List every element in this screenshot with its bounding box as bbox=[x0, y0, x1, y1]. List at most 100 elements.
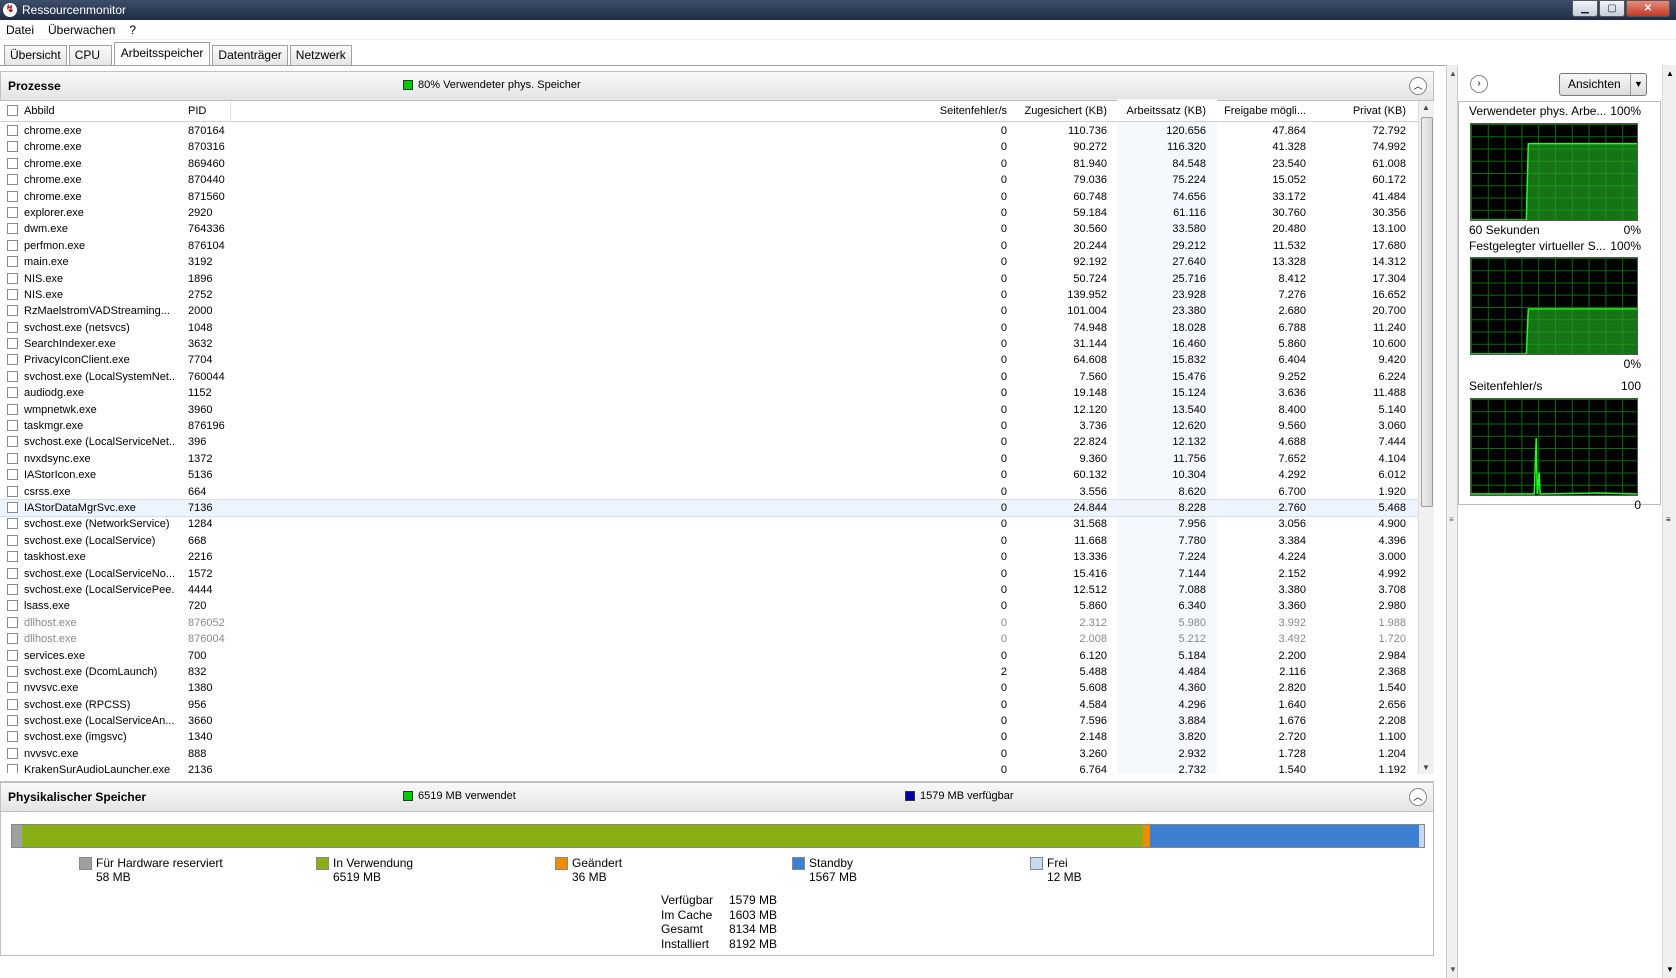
physical-memory-title: Physikalischer Speicher bbox=[8, 790, 147, 804]
select-all-checkbox[interactable] bbox=[7, 105, 18, 119]
cell-shareable: 3.492 bbox=[1278, 633, 1306, 646]
table-row[interactable]: nvvsvc.exe 1380 0 5.608 4.360 2.820 1.540 bbox=[0, 680, 1418, 696]
splitter-up-icon[interactable]: ▲ bbox=[1449, 69, 1457, 78]
table-row[interactable]: svchost.exe (LocalService) 668 0 11.668 7.78… bbox=[0, 533, 1418, 549]
splitter-down-icon[interactable]: ▼ bbox=[1449, 965, 1457, 974]
col-seitenfehler[interactable]: Seitenfehler/s bbox=[940, 105, 1007, 117]
col-zugesichert[interactable]: Zugesichert (KB) bbox=[1024, 105, 1107, 117]
scroll-down-icon[interactable]: ▼ bbox=[1666, 965, 1674, 974]
legend-value: 36 MB bbox=[572, 870, 607, 884]
table-row[interactable]: SearchIndexer.exe 3632 0 31.144 16.460 5.860 1… bbox=[0, 336, 1418, 352]
cell-workingset: 15.124 bbox=[1172, 387, 1206, 400]
table-row[interactable]: taskmgr.exe 876196 0 3.736 12.620 9.560 3.060 bbox=[0, 418, 1418, 434]
views-button[interactable]: Ansichten ▼ bbox=[1559, 73, 1647, 96]
table-row[interactable]: lsass.exe 720 0 5.860 6.340 3.360 2.980 bbox=[0, 598, 1418, 614]
menu-help[interactable]: ? bbox=[129, 23, 136, 37]
table-row[interactable]: taskhost.exe 2216 0 13.336 7.224 4.224 3.000 bbox=[0, 549, 1418, 565]
table-row[interactable]: NIS.exe 2752 0 139.952 23.928 7.276 16.652 bbox=[0, 287, 1418, 303]
legend-value: 12 MB bbox=[1047, 870, 1082, 884]
scroll-thumb[interactable] bbox=[1421, 117, 1433, 507]
table-row[interactable]: svchost.exe (netsvcs) 1048 0 74.948 18.028 6.… bbox=[0, 320, 1418, 336]
tab-datentraeger[interactable]: Datenträger bbox=[212, 45, 288, 65]
cell-pid: 3960 bbox=[188, 403, 213, 416]
table-row[interactable]: svchost.exe (LocalSystemNet... 760044 0 7.5… bbox=[0, 369, 1418, 385]
col-freigabe[interactable]: Freigabe mögli... bbox=[1224, 105, 1306, 117]
table-row[interactable]: chrome.exe 869460 0 81.940 84.548 23.540 61.00… bbox=[0, 156, 1418, 172]
table-row[interactable]: dwm.exe 764336 0 30.560 33.580 20.480 13.100 bbox=[0, 221, 1418, 237]
maximize-button[interactable]: ▢ bbox=[1599, 0, 1625, 17]
cell-pid: 1372 bbox=[188, 452, 213, 465]
minimize-button[interactable]: ▁ bbox=[1572, 0, 1598, 17]
scroll-up-icon[interactable]: ▲ bbox=[1422, 103, 1430, 112]
cell-pagefaults: 0 bbox=[1000, 583, 1007, 596]
physical-memory-header[interactable]: Physikalischer Speicher 6519 MB verwende… bbox=[0, 782, 1434, 812]
cell-pagefaults: 0 bbox=[1000, 616, 1007, 629]
table-row[interactable]: svchost.exe (LocalServicePee... 4444 0 12.5… bbox=[0, 582, 1418, 598]
table-row[interactable]: dllhost.exe 876004 0 2.008 5.212 3.492 1.720 bbox=[0, 631, 1418, 647]
table-row[interactable]: PrivacyIconClient.exe 7704 0 64.608 15.832 6.… bbox=[0, 352, 1418, 368]
processes-header[interactable]: Prozesse 80% Verwendeter phys. Speicher … bbox=[0, 71, 1434, 101]
table-row[interactable]: RzMaelstromVADStreaming... 2000 0 101.004 23… bbox=[0, 303, 1418, 319]
table-row[interactable]: svchost.exe (LocalServiceNo... 1572 0 15.41… bbox=[0, 566, 1418, 582]
expand-pane-icon[interactable]: › bbox=[1470, 75, 1488, 93]
process-table-scrollbar[interactable]: ▲ ▼ bbox=[1418, 101, 1434, 774]
table-row[interactable]: explorer.exe 2920 0 59.184 61.116 30.760 30.35… bbox=[0, 205, 1418, 221]
menu-ueberwachen[interactable]: Überwachen bbox=[48, 23, 115, 37]
cell-commit: 3.736 bbox=[1079, 420, 1107, 433]
table-row[interactable]: svchost.exe (DcomLaunch) 832 2 5.488 4.484 2.… bbox=[0, 664, 1418, 680]
tab-arbeitsspeicher[interactable]: Arbeitsspeicher bbox=[113, 42, 211, 65]
col-pid[interactable]: PID bbox=[188, 105, 206, 117]
table-row[interactable]: KrakenSurAudioLauncher.exe 2136 0 6.764 2.73… bbox=[0, 762, 1418, 773]
col-privat[interactable]: Privat (KB) bbox=[1353, 105, 1406, 117]
tab-uebersicht[interactable]: Übersicht bbox=[4, 45, 67, 65]
table-row[interactable]: svchost.exe (NetworkService) 1284 0 31.568 7… bbox=[0, 516, 1418, 532]
legend-item: Für Hardware reserviert 58 MB bbox=[79, 856, 223, 884]
page-faults-graph bbox=[1470, 398, 1638, 496]
table-row[interactable]: chrome.exe 870316 0 90.272 116.320 41.328 74.9… bbox=[0, 139, 1418, 155]
cell-commit: 2.008 bbox=[1079, 633, 1107, 646]
table-row[interactable]: IAStorDataMgrSvc.exe 7136 0 24.844 8.228 2.76… bbox=[0, 498, 1418, 518]
graph-pane-scrollbar[interactable]: ▲ ≡ ▼ bbox=[1662, 65, 1676, 978]
table-row[interactable]: NIS.exe 1896 0 50.724 25.716 8.412 17.304 bbox=[0, 271, 1418, 287]
table-row[interactable]: perfmon.exe 876104 0 20.244 29.212 11.532 17.6… bbox=[0, 238, 1418, 254]
chevron-down-icon[interactable]: ▼ bbox=[1630, 74, 1646, 95]
table-row[interactable]: chrome.exe 870164 0 110.736 120.656 47.864 72.… bbox=[0, 123, 1418, 139]
processes-title: Prozesse bbox=[8, 79, 61, 93]
table-row[interactable]: nvvsvc.exe 888 0 3.260 2.932 1.728 1.204 bbox=[0, 746, 1418, 762]
menu-datei[interactable]: Datei bbox=[6, 23, 34, 37]
scroll-down-icon[interactable]: ▼ bbox=[1422, 763, 1430, 772]
tab-cpu[interactable]: CPU bbox=[68, 45, 112, 65]
table-row[interactable]: svchost.exe (LocalServiceAn... 3660 0 7.596… bbox=[0, 713, 1418, 729]
table-row[interactable]: dllhost.exe 876052 0 2.312 5.980 3.992 1.988 bbox=[0, 615, 1418, 631]
collapse-processes-icon[interactable]: ︿ bbox=[1409, 77, 1427, 95]
table-row[interactable]: wmpnetwk.exe 3960 0 12.120 13.540 8.400 5.140 bbox=[0, 402, 1418, 418]
close-button[interactable]: ✕ bbox=[1626, 0, 1670, 17]
table-row[interactable]: csrss.exe 664 0 3.556 8.620 6.700 1.920 bbox=[0, 484, 1418, 500]
tab-netzwerk[interactable]: Netzwerk bbox=[289, 45, 352, 65]
table-row[interactable]: chrome.exe 871560 0 60.748 74.656 33.172 41.48… bbox=[0, 189, 1418, 205]
col-abbild[interactable]: Abbild bbox=[24, 105, 55, 117]
col-arbeitssatz[interactable]: Arbeitssatz (KB) bbox=[1127, 105, 1206, 117]
cell-workingset: 5.212 bbox=[1178, 633, 1206, 646]
cell-shareable: 8.412 bbox=[1278, 272, 1306, 285]
table-row[interactable]: IAStorIcon.exe 5136 0 60.132 10.304 4.292 6.01… bbox=[0, 467, 1418, 483]
cell-pid: 2216 bbox=[188, 551, 213, 564]
pane-splitter[interactable]: ▲ ≡ ▼ bbox=[1446, 65, 1458, 978]
cell-workingset: 4.484 bbox=[1178, 665, 1206, 678]
cell-commit: 64.608 bbox=[1073, 354, 1107, 367]
table-row[interactable]: svchost.exe (imgsvc) 1340 0 2.148 3.820 2.720… bbox=[0, 729, 1418, 745]
row-checkbox[interactable] bbox=[7, 764, 18, 773]
collapse-physical-icon[interactable]: ︿ bbox=[1409, 788, 1427, 806]
cell-private: 1.100 bbox=[1378, 731, 1406, 744]
table-row[interactable]: audiodg.exe 1152 0 19.148 15.124 3.636 11.488 bbox=[0, 385, 1418, 401]
table-row[interactable]: nvxdsync.exe 1372 0 9.360 11.756 7.652 4.104 bbox=[0, 451, 1418, 467]
scroll-up-icon[interactable]: ▲ bbox=[1666, 69, 1674, 78]
grip-icon[interactable]: ≡ bbox=[1449, 515, 1454, 524]
cell-commit: 30.560 bbox=[1073, 223, 1107, 236]
table-row[interactable]: services.exe 700 0 6.120 5.184 2.200 2.984 bbox=[0, 648, 1418, 664]
table-row[interactable]: chrome.exe 870440 0 79.036 75.224 15.052 60.17… bbox=[0, 172, 1418, 188]
table-row[interactable]: svchost.exe (RPCSS) 956 0 4.584 4.296 1.640 2.… bbox=[0, 697, 1418, 713]
table-row[interactable]: main.exe 3192 0 92.192 27.640 13.328 14.312 bbox=[0, 254, 1418, 270]
grip-icon[interactable]: ≡ bbox=[1666, 515, 1671, 524]
table-row[interactable]: svchost.exe (LocalServiceNet... 396 0 22.82… bbox=[0, 434, 1418, 450]
